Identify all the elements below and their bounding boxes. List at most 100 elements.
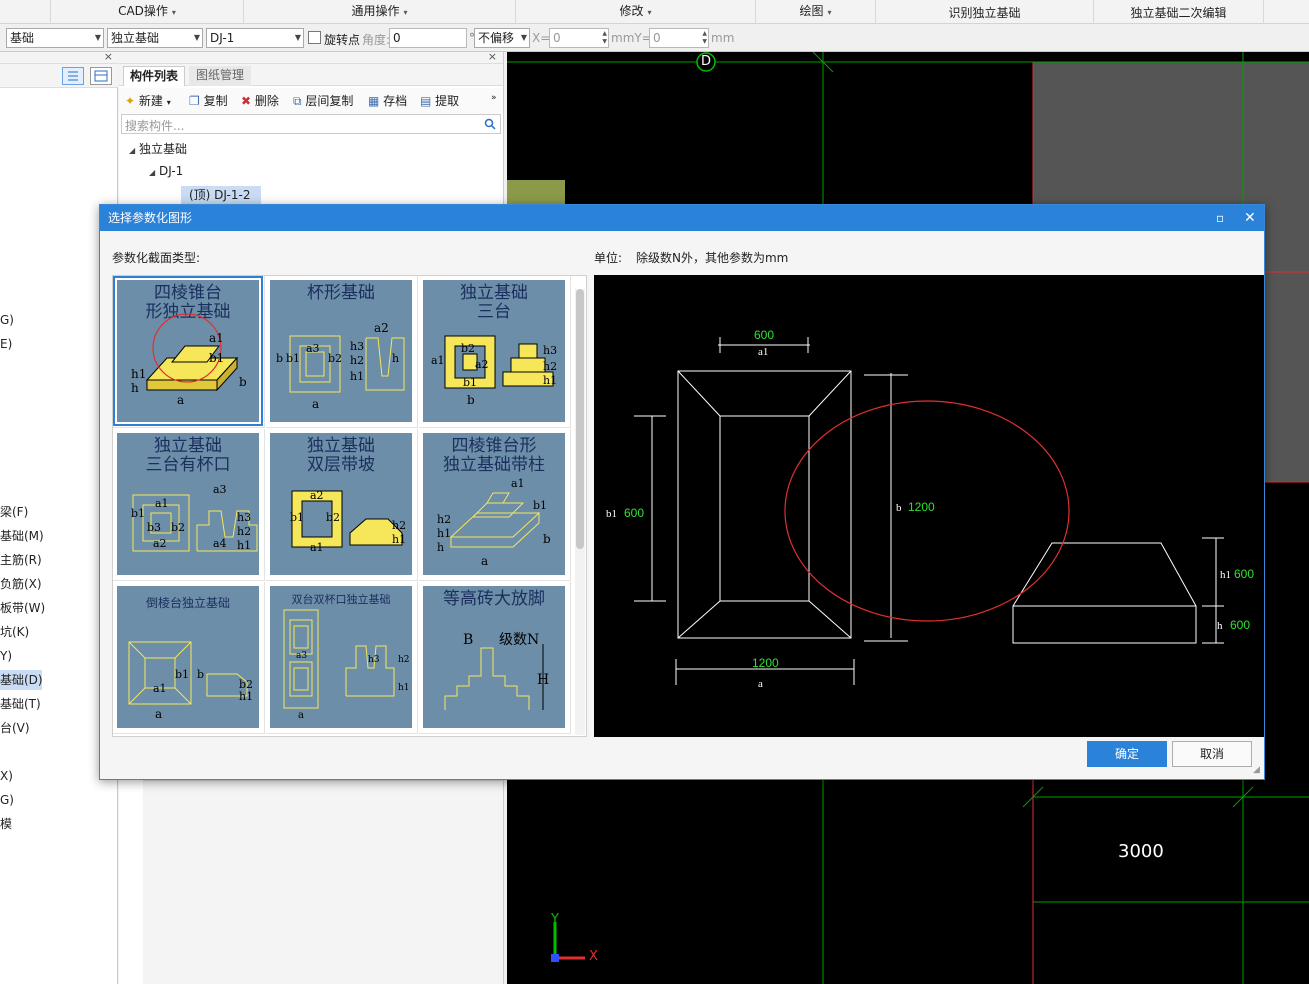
shape-option-double-slope[interactable]: 独立基础 双层带坡 a2 b1 b2 a1 h2 h1 (266, 429, 418, 581)
svg-text:600: 600 (624, 506, 644, 520)
tree-root-label: 独立基础 (138, 142, 187, 156)
svg-text:b2: b2 (461, 342, 475, 355)
floor-select-value: 基础 (10, 31, 35, 45)
type-select[interactable]: 独立基础 ▼ (107, 28, 203, 48)
close-icon[interactable]: × (488, 50, 497, 63)
svg-text:b: b (276, 352, 283, 365)
nav-item[interactable]: G) (0, 792, 14, 808)
angle-input[interactable]: 0 (389, 28, 467, 48)
nav-item[interactable]: 主筋(R) (0, 552, 42, 568)
shape-preview: 600 a1 b1 600 b 1200 1200 a h1 600 h 600 (594, 275, 1264, 737)
search-icon[interactable] (484, 118, 496, 130)
chevron-down-icon: ▾ (403, 8, 408, 17)
tab-drawing-management[interactable]: 图纸管理 (189, 66, 251, 86)
scrollbar-thumb[interactable] (576, 289, 584, 549)
floor-copy-button[interactable]: ⧉ 层间复制 (293, 92, 353, 110)
svg-text:h3: h3 (368, 655, 380, 665)
rotate-checkbox[interactable] (308, 31, 321, 44)
detail-view-icon[interactable] (90, 67, 112, 85)
tree-node-child[interactable]: ◢ DJ-1 (149, 164, 183, 178)
extract-label: 提取 (435, 94, 460, 108)
ok-button[interactable]: 确定 (1087, 741, 1167, 767)
panel-header: × (119, 50, 503, 64)
copy-label: 复制 (203, 94, 228, 108)
cancel-button[interactable]: 取消 (1172, 741, 1252, 767)
svg-text:h3: h3 (237, 511, 251, 524)
y-offset-input[interactable]: 0 ▲ ▼ (649, 28, 709, 48)
x-offset-value: 0 (553, 31, 561, 45)
menu-label: 识别独立基础 (948, 6, 1021, 20)
view-toggle-bar (0, 64, 118, 88)
nav-item[interactable]: 梁(F) (0, 504, 28, 520)
shape-option-inverted-frustum[interactable]: 倒棱台独立基础 a1 b1 b b2 h1 a (113, 582, 265, 734)
gallery-scrollbar[interactable] (575, 289, 585, 735)
new-button[interactable]: ✦ 新建 ▾ (125, 92, 171, 110)
shape-thumbnail: 双台双杯口独立基础 a3 h3 h2 h1 a (270, 586, 412, 728)
offset-select-value: 不偏移 (478, 31, 515, 45)
nav-item[interactable]: 基础(T) (0, 696, 41, 712)
shape-option-pyramid-with-column[interactable]: 四棱锥台形 独立基础带柱 a1 b1 h2 h1 h a b (419, 429, 571, 581)
svg-text:b2: b2 (326, 511, 340, 524)
nav-item[interactable]: 板带(W) (0, 600, 45, 616)
shape-option-three-tier[interactable]: 独立基础 三台 a1 b2 a2 b1 b h3 h2 h1 (419, 276, 571, 428)
svg-text:b1: b1 (209, 351, 224, 365)
delete-button[interactable]: ✖ 删除 (241, 92, 279, 110)
nav-item[interactable]: 台(V) (0, 720, 30, 736)
svg-text:h2: h2 (392, 519, 406, 532)
nav-item[interactable]: G) (0, 312, 14, 328)
tree-node-root[interactable]: ◢ 独立基础 (129, 140, 187, 157)
svg-text:a: a (155, 707, 162, 721)
action-toolbar: ✦ 新建 ▾ ❐ 复制 ✖ 删除 ⧉ 层间复制 ▦ 存档 ▤ 提取 » (119, 88, 503, 114)
resize-grip-icon[interactable]: ◢ (1253, 765, 1260, 775)
svg-text:b1: b1 (533, 499, 547, 512)
extract-button[interactable]: ▤ 提取 (420, 92, 459, 110)
component-select[interactable]: DJ-1 ▼ (206, 28, 304, 48)
tree-node-leaf-selected[interactable]: (顶) DJ-1-2 (181, 186, 261, 204)
menu-label: 修改 (619, 4, 644, 18)
svg-text:a1: a1 (758, 346, 768, 358)
floor-select[interactable]: 基础 ▼ (6, 28, 104, 48)
chevron-down-icon: ▾ (647, 8, 652, 17)
nav-item[interactable]: 模 (0, 816, 12, 832)
nav-item[interactable]: E) (0, 336, 12, 352)
shape-option-brick-footing[interactable]: 等高砖大放脚 B 级数N H (419, 582, 571, 734)
shape-option-three-tier-cup[interactable]: 独立基础 三台有杯口 a1 a3 b1 b3 b2 a2 a4 h3 h2 h1 (113, 429, 265, 581)
svg-text:a2: a2 (374, 321, 389, 335)
tab-component-list[interactable]: 构件列表 (123, 66, 185, 86)
menu-modify[interactable]: 修改 ▾ (516, 0, 756, 24)
menu-identify-foundation[interactable]: 识别独立基础 (876, 0, 1094, 24)
archive-button[interactable]: ▦ 存档 (368, 92, 407, 110)
close-icon[interactable]: ✕ (1244, 205, 1256, 231)
copy-button[interactable]: ❐ 复制 (189, 92, 228, 110)
nav-item[interactable]: Y) (0, 648, 12, 664)
menu-label: 绘图 (799, 4, 824, 18)
menu-label: CAD操作 (118, 4, 168, 18)
list-view-icon[interactable] (62, 67, 84, 85)
nav-item[interactable]: X) (0, 768, 13, 784)
svg-text:H: H (537, 672, 549, 688)
svg-text:h2: h2 (350, 354, 364, 367)
nav-item[interactable]: 坑(K) (0, 624, 29, 640)
search-input[interactable]: 搜索构件... (121, 114, 501, 134)
nav-item[interactable]: 基础(M) (0, 528, 44, 544)
shape-option-pyramid-frustum[interactable]: 四棱锥台 形独立基础 a1 b1 h1 h a b (113, 276, 265, 428)
menu-draw[interactable]: 绘图 ▾ (756, 0, 876, 24)
shape-option-cup-foundation[interactable]: 杯形基础 a2 a3 b2 b1 b h3 h2 h1 h a (266, 276, 418, 428)
x-offset-input[interactable]: 0 ▲ ▼ (549, 28, 609, 48)
offset-select[interactable]: 不偏移 ▼ (474, 28, 530, 48)
close-icon[interactable]: × (104, 50, 113, 63)
nav-item-selected[interactable]: 基础(D) (0, 670, 43, 690)
svg-text:b1: b1 (463, 376, 477, 389)
maximize-icon[interactable]: ▫ (1216, 205, 1224, 231)
more-icon[interactable]: » (491, 93, 497, 103)
menu-general-operations[interactable]: 通用操作 ▾ (244, 0, 516, 24)
shape-thumbnail: 独立基础 双层带坡 a2 b1 b2 a1 h2 h1 (270, 433, 412, 575)
menu-cad-operations[interactable]: CAD操作 ▾ (51, 0, 244, 24)
shape-diagram: a1 b2 a2 b1 b h3 h2 h1 (431, 335, 557, 407)
shape-thumbnail: 独立基础 三台 a1 b2 a2 b1 b h3 h2 h1 (423, 280, 565, 422)
nav-item[interactable]: 负筋(X) (0, 576, 42, 592)
archive-icon: ▦ (368, 94, 380, 108)
menu-foundation-secondary-edit[interactable]: 独立基础二次编辑 (1094, 0, 1264, 24)
svg-text:a3: a3 (296, 651, 307, 661)
shape-option-double-cup[interactable]: 双台双杯口独立基础 a3 h3 h2 h1 a (266, 582, 418, 734)
